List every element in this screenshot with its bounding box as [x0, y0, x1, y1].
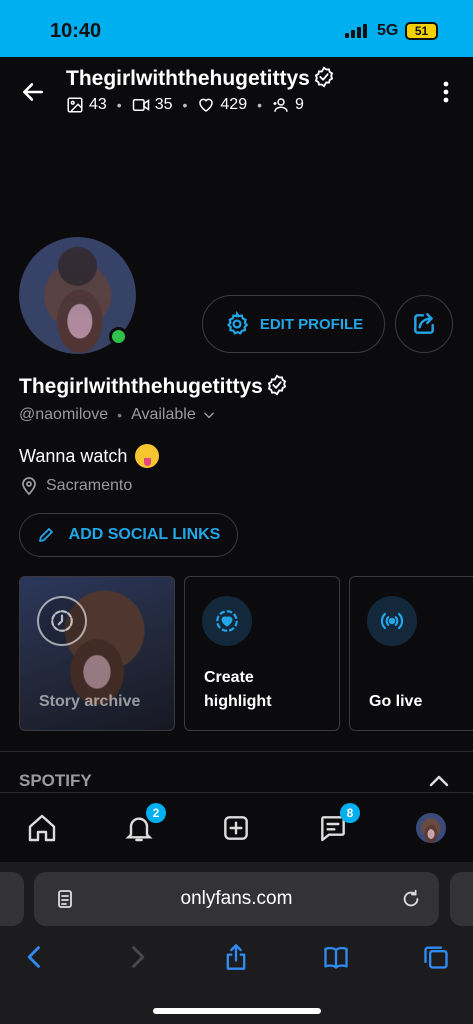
- handle-row: @naomilove • Available: [19, 406, 216, 424]
- battery-level: 51: [407, 24, 436, 38]
- back-arrow-icon: [27, 946, 40, 968]
- bottom-nav: 2 8: [0, 792, 473, 862]
- next-tab[interactable]: [450, 872, 473, 926]
- address-bar[interactable]: onlyfans.com: [34, 872, 439, 926]
- status-bar: 10:40 5G 51: [0, 0, 473, 57]
- nav-avatar: [416, 813, 446, 843]
- image-icon: [67, 97, 83, 113]
- videos-count: 35: [154, 96, 173, 113]
- broadcast-icon: [380, 612, 404, 630]
- go-live-card[interactable]: Go live: [349, 576, 473, 731]
- story-archive-label: Story archive: [39, 693, 141, 710]
- pencil-icon: [38, 528, 53, 542]
- browser-forward-button[interactable]: [122, 942, 152, 972]
- back-icon[interactable]: [20, 79, 46, 105]
- zany-face-emoji-icon: [135, 444, 160, 468]
- home-icon: [28, 814, 56, 842]
- location-icon: [22, 477, 36, 495]
- add-social-links-label: ADD SOCIAL LINKS: [68, 526, 221, 543]
- browser-share-button[interactable]: [221, 942, 251, 972]
- likes-count: 429: [220, 96, 248, 113]
- nav-new-post[interactable]: [219, 811, 253, 845]
- availability-status[interactable]: Available: [131, 406, 196, 424]
- separator-dot: •: [182, 97, 188, 113]
- fans-icon: [273, 98, 288, 112]
- share-profile-button[interactable]: [395, 295, 453, 353]
- create-highlight-line1: Create: [204, 669, 254, 686]
- profile-name: Thegirlwiththehugetittys: [19, 374, 288, 399]
- messages-badge: 8: [340, 803, 360, 823]
- reload-icon[interactable]: [400, 888, 422, 910]
- go-live-label: Go live: [369, 693, 423, 710]
- section-divider: [0, 751, 473, 752]
- heart-icon: [199, 98, 214, 112]
- verified-icon: [314, 66, 334, 88]
- url-text: onlyfans.com: [180, 888, 293, 909]
- separator-dot: •: [117, 407, 123, 423]
- photos-count: 43: [89, 96, 107, 113]
- nav-messages[interactable]: 8: [316, 803, 360, 845]
- browser-back-button[interactable]: [20, 942, 50, 972]
- separator-dot: •: [257, 97, 263, 113]
- header-title-text: Thegirlwiththehugetittys: [66, 67, 310, 90]
- videos-stat[interactable]: 35: [132, 96, 173, 114]
- signal-icon: [345, 24, 369, 38]
- chevron-up-icon[interactable]: [428, 773, 450, 789]
- book-icon: [324, 946, 348, 969]
- story-archive-card[interactable]: Story archive: [19, 576, 175, 731]
- previous-tab[interactable]: [0, 872, 24, 926]
- bio-text: Wanna watch: [19, 445, 128, 466]
- forward-arrow-icon: [132, 946, 145, 968]
- photos-stat[interactable]: 43: [66, 96, 107, 114]
- browser-toolbar: onlyfans.com: [0, 862, 473, 1024]
- profile-stats: 43 • 35 • 429 • 9: [66, 96, 304, 114]
- verified-icon: [267, 374, 287, 396]
- go-live-icon-circle: [367, 596, 417, 646]
- browser-bookmarks-button[interactable]: [321, 942, 351, 972]
- online-status-dot: [109, 327, 128, 346]
- home-indicator: [153, 1008, 321, 1014]
- notifications-badge: 2: [146, 803, 166, 823]
- likes-stat[interactable]: 429: [197, 96, 247, 114]
- spotify-section-title[interactable]: SPOTIFY: [19, 771, 92, 791]
- plus-square-icon: [224, 816, 248, 840]
- fans-count: 9: [295, 96, 304, 113]
- create-highlight-line2: highlight: [204, 693, 272, 710]
- browser-tabs-button[interactable]: [421, 942, 451, 972]
- location-text: Sacramento: [46, 477, 133, 494]
- battery-icon: 51: [405, 22, 438, 40]
- profile-header: Thegirlwiththehugetittys 43 • 35 • 429 •…: [0, 57, 473, 127]
- profile-name-text: Thegirlwiththehugetittys: [19, 375, 263, 398]
- story-archive-icon-circle: [37, 596, 87, 646]
- gear-icon: [226, 311, 249, 335]
- fans-stat[interactable]: 9: [272, 96, 304, 114]
- share-tray-icon: [226, 944, 246, 970]
- tabs-icon: [424, 946, 448, 969]
- chevron-down-icon[interactable]: [202, 408, 216, 422]
- edit-profile-label: EDIT PROFILE: [259, 315, 364, 333]
- separator-dot: •: [116, 97, 122, 113]
- clock-icon: [51, 610, 73, 632]
- nav-profile[interactable]: [414, 811, 448, 845]
- create-highlight-label: Create highlight: [204, 666, 272, 714]
- nav-notifications[interactable]: 2: [122, 803, 166, 845]
- create-highlight-card[interactable]: Create highlight: [184, 576, 340, 731]
- nav-home[interactable]: [25, 811, 59, 845]
- share-icon: [414, 313, 434, 334]
- edit-profile-button[interactable]: EDIT PROFILE: [202, 295, 385, 353]
- kebab-icon[interactable]: [438, 79, 454, 105]
- highlight-icon-circle: [202, 596, 252, 646]
- header-title: Thegirlwiththehugetittys: [66, 66, 335, 91]
- video-icon: [132, 99, 149, 111]
- heart-highlight-icon: [216, 610, 238, 632]
- network-label: 5G: [377, 22, 399, 39]
- add-social-links-button[interactable]: ADD SOCIAL LINKS: [19, 513, 238, 557]
- location-row: Sacramento: [22, 477, 132, 495]
- profile-handle: @naomilove: [19, 406, 109, 423]
- profile-bio: Wanna watch: [19, 444, 160, 468]
- status-time: 10:40: [50, 20, 102, 42]
